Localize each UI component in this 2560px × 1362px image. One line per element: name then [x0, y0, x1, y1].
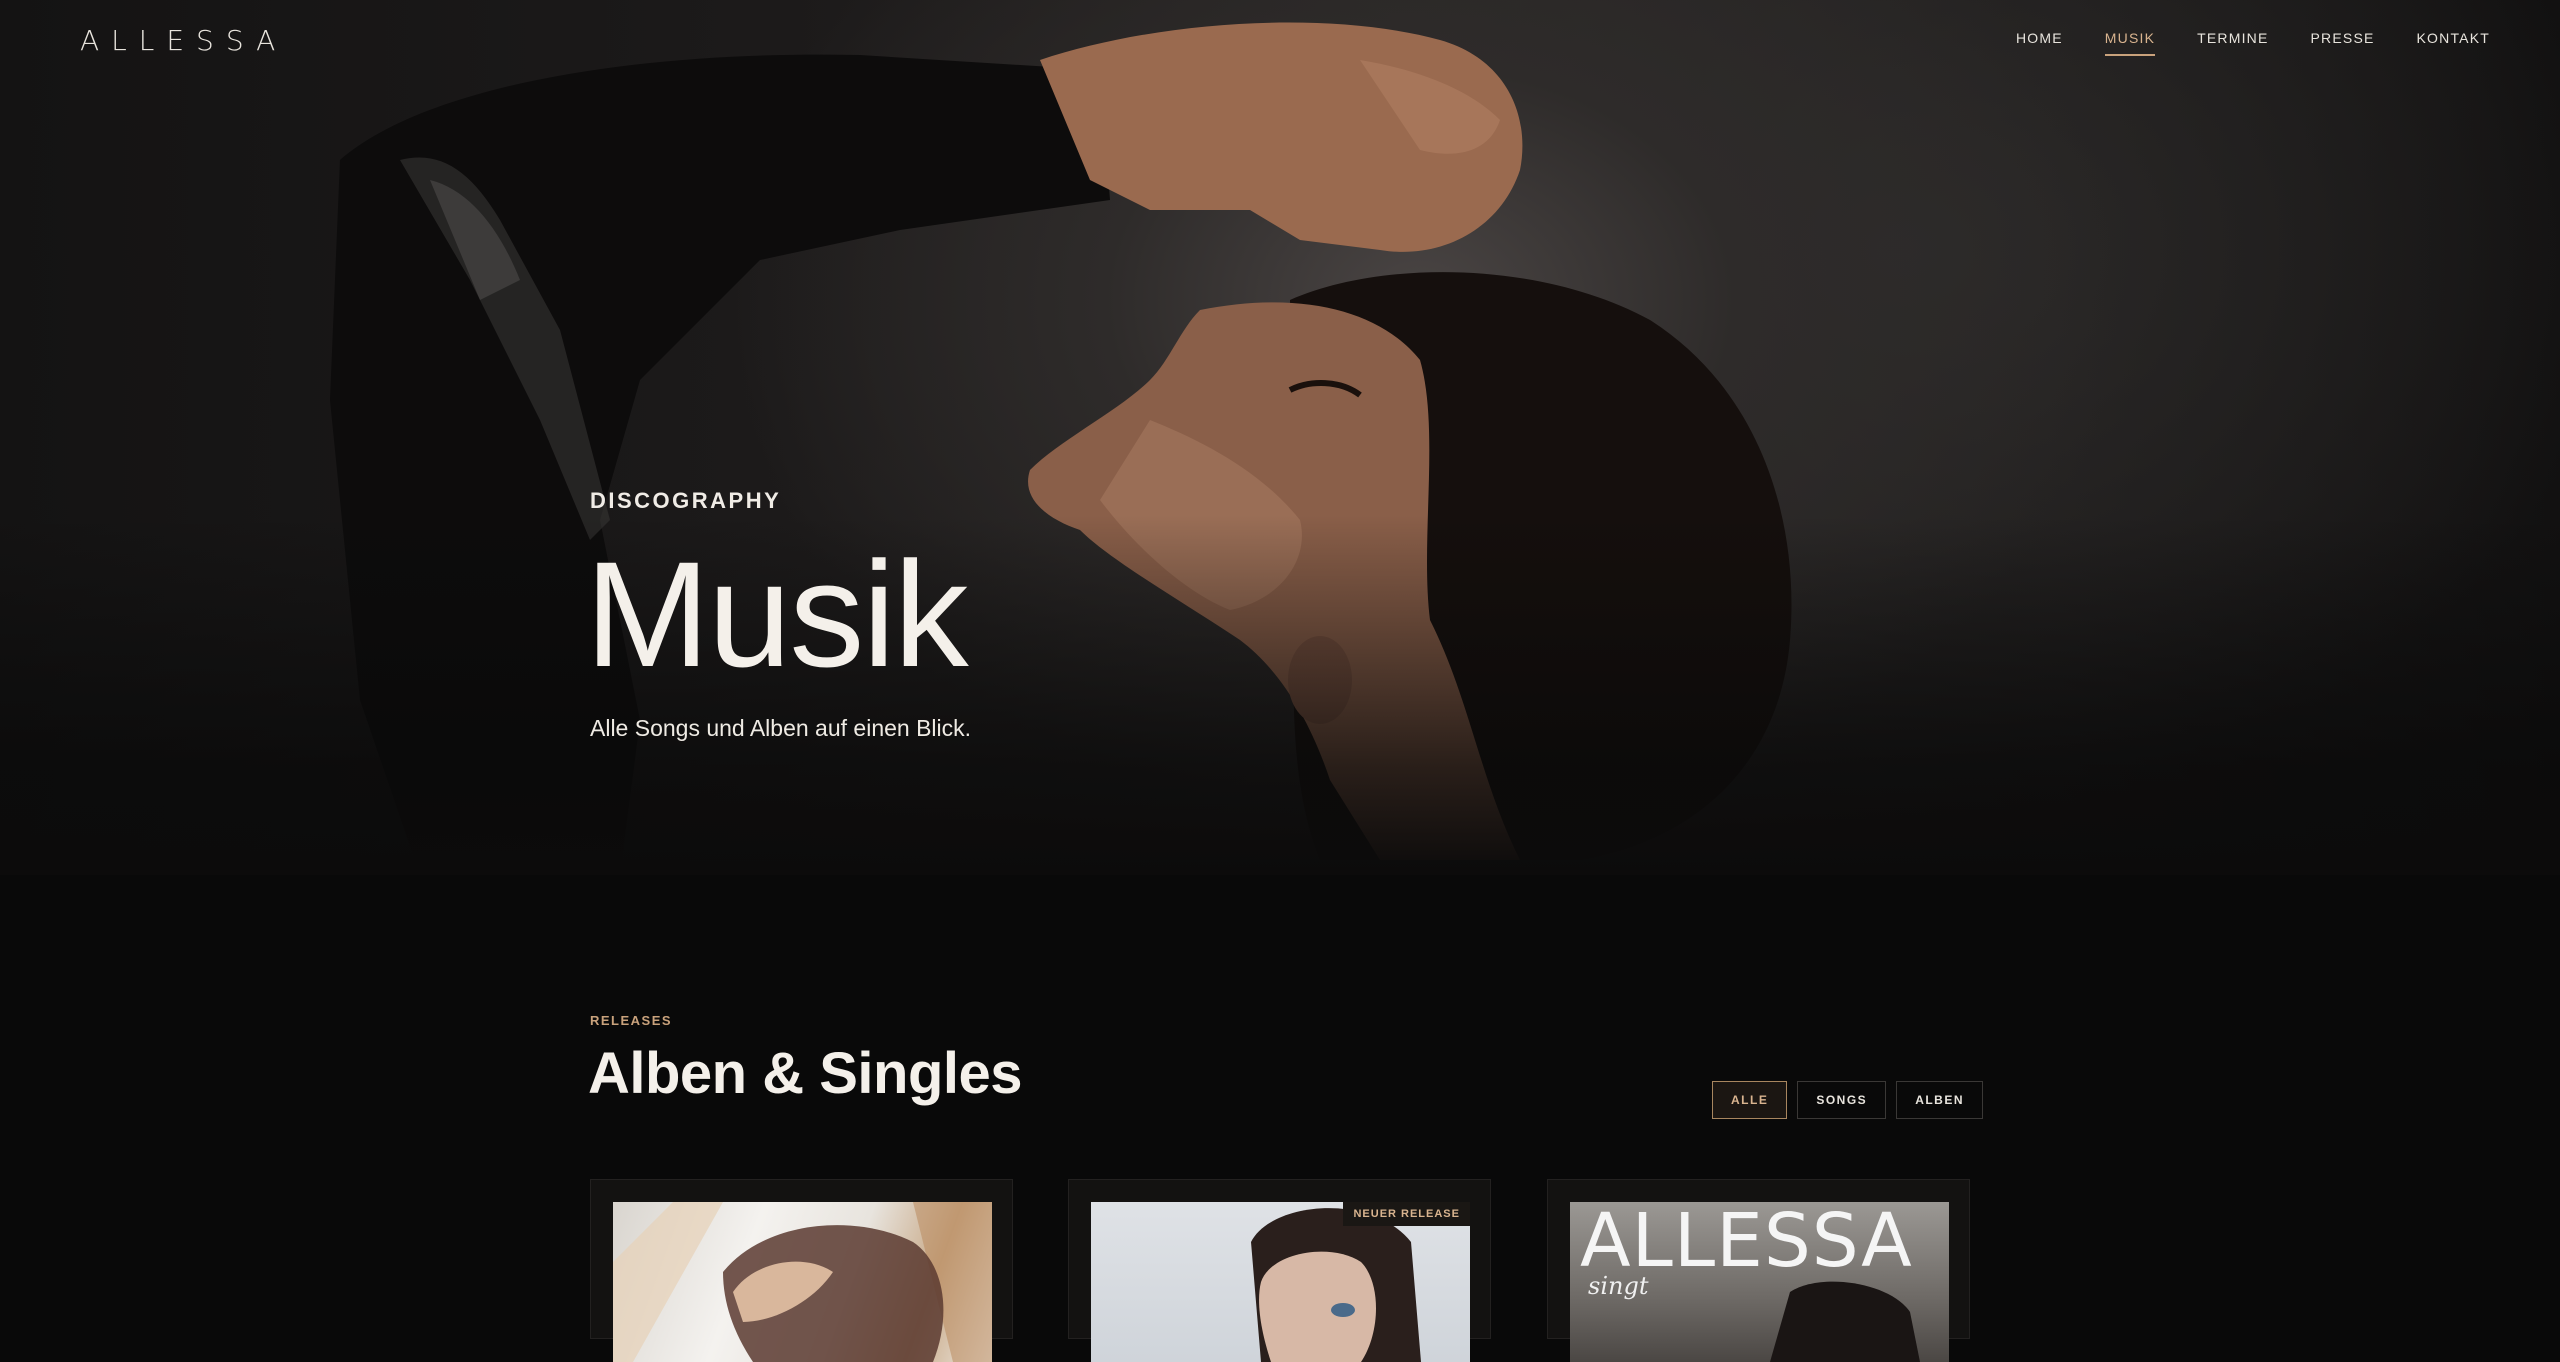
- release-cover-image[interactable]: ALLESSA singt: [1570, 1202, 1949, 1362]
- main-nav: HOME MUSIK TERMINE PRESSE KONTAKT: [2016, 30, 2490, 56]
- releases-eyebrow: RELEASES: [590, 1013, 673, 1028]
- hero-subtitle: Alle Songs und Alben auf einen Blick.: [590, 715, 972, 741]
- release-card[interactable]: ALLESSA singt: [1547, 1179, 1970, 1362]
- filter-alben-button[interactable]: ALBEN: [1896, 1081, 1984, 1119]
- release-card[interactable]: [590, 1179, 1013, 1362]
- nav-item-kontakt[interactable]: KONTAKT: [2417, 30, 2490, 56]
- hero-section: ALLESSA HOME MUSIK TERMINE PRESSE KONTAK…: [0, 0, 2560, 875]
- release-filters: ALLE SONGS ALBEN: [1712, 1081, 1984, 1119]
- filter-songs-button[interactable]: SONGS: [1797, 1081, 1887, 1119]
- nav-item-termine[interactable]: TERMINE: [2197, 30, 2268, 56]
- hero-eyebrow: DISCOGRAPHY: [590, 488, 782, 513]
- nav-item-home[interactable]: HOME: [2016, 30, 2063, 56]
- release-cover-image[interactable]: [613, 1202, 992, 1362]
- album-cover-subtitle: singt: [1588, 1272, 1649, 1300]
- cover-art-graphic: [1251, 1208, 1421, 1362]
- cover-art-graphic: [613, 1202, 992, 1362]
- page-title: Musik: [585, 530, 969, 698]
- release-cover-image[interactable]: NEUER RELEASE: [1091, 1202, 1470, 1362]
- releases-title: Alben & Singles: [588, 1041, 1023, 1106]
- new-release-badge: NEUER RELEASE: [1343, 1202, 1470, 1226]
- release-card[interactable]: NEUER RELEASE: [1068, 1179, 1491, 1362]
- filter-alle-button[interactable]: ALLE: [1712, 1081, 1788, 1119]
- nav-item-musik[interactable]: MUSIK: [2104, 30, 2156, 56]
- album-cover-title: ALLESSA: [1580, 1202, 1913, 1284]
- site-logo[interactable]: ALLESSA: [80, 24, 287, 57]
- hero-fade-overlay: [0, 515, 2560, 875]
- nav-item-presse[interactable]: PRESSE: [2311, 30, 2375, 56]
